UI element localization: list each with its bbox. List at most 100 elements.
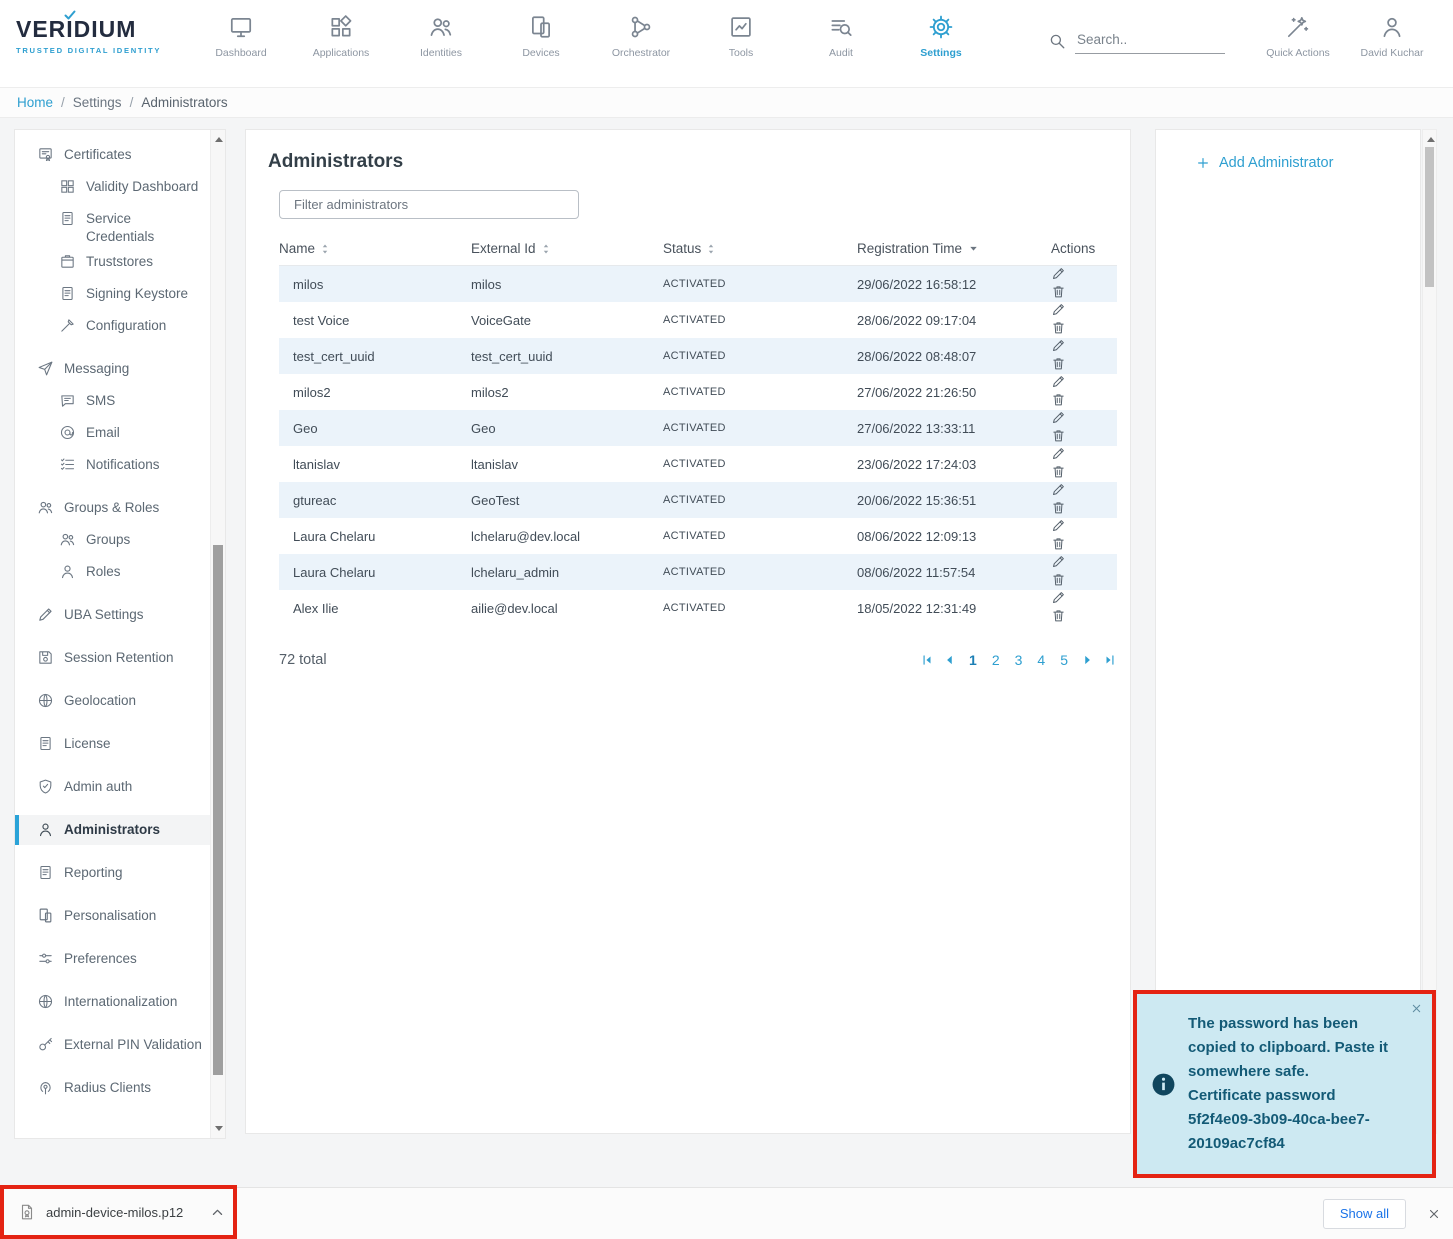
content-area: Certificates Validity Dashboard Service … [0,118,1453,1187]
sidebar-item-label: SMS [86,392,115,410]
sidebar-scrollbar-thumb[interactable] [213,545,223,1075]
nav-item-applications[interactable]: Applications [291,9,391,59]
sidebar-item-email[interactable]: Email [15,418,210,448]
table-row: Laura Chelaru lchelaru_admin ACTIVATED 0… [279,554,1117,590]
sidebar-item-certificates[interactable]: Certificates [15,140,210,170]
sidebar-item-uba-settings[interactable]: UBA Settings [15,600,210,630]
sidebar-item-messaging[interactable]: Messaging [15,354,210,384]
sidebar-item-service-credentials[interactable]: Service Credentials [15,204,210,245]
cell-status: ACTIVATED [663,374,857,410]
previous-page-icon[interactable] [943,653,957,667]
page-number-3[interactable]: 3 [1012,651,1026,669]
right-scrollbar[interactable] [1422,129,1437,1134]
delete-icon[interactable] [1051,500,1066,515]
delete-icon[interactable] [1051,356,1066,371]
download-bar-close-icon[interactable] [1428,1208,1440,1220]
sidebar-item-label: Certificates [64,146,132,164]
nav-item-identities[interactable]: Identities [391,9,491,59]
uba-settings-icon [37,606,54,623]
sidebar-item-administrators[interactable]: Administrators [15,815,210,845]
sidebar-item-notifications[interactable]: Notifications [15,450,210,480]
edit-icon[interactable] [1051,482,1066,497]
quick-actions-button[interactable]: Quick Actions [1251,9,1345,59]
sidebar-item-validity-dashboard[interactable]: Validity Dashboard [15,172,210,202]
toast-close-icon[interactable] [1411,1003,1422,1014]
user-menu[interactable]: David Kuchar [1345,9,1439,59]
scroll-down-arrow-icon[interactable] [211,1121,226,1136]
sidebar-item-preferences[interactable]: Preferences [15,944,210,974]
edit-icon[interactable] [1051,554,1066,569]
sidebar-item-session-retention[interactable]: Session Retention [15,643,210,673]
column-header-status[interactable]: Status [663,229,857,266]
show-all-button[interactable]: Show all [1323,1199,1406,1229]
page-number-4[interactable]: 4 [1034,651,1048,669]
veridium-logo[interactable]: VERIDIUM TRUSTED DIGITAL IDENTITY [16,16,161,55]
sidebar-item-license[interactable]: License [15,729,210,759]
nav-item-settings[interactable]: Settings [891,9,991,59]
filter-administrators-input[interactable] [279,190,579,219]
nav-item-tools[interactable]: Tools [691,9,791,59]
sidebar-item-groups[interactable]: Groups [15,525,210,555]
delete-icon[interactable] [1051,284,1066,299]
delete-icon[interactable] [1051,608,1066,623]
delete-icon[interactable] [1051,392,1066,407]
nav-item-devices[interactable]: Devices [491,9,591,59]
first-page-icon[interactable] [920,653,934,667]
sidebar-item-roles[interactable]: Roles [15,557,210,587]
downloaded-file-item[interactable]: admin-device-milos.p12 [4,1189,233,1235]
sidebar-item-admin-auth[interactable]: Admin auth [15,772,210,802]
edit-icon[interactable] [1051,302,1066,317]
sidebar-item-signing-keystore[interactable]: Signing Keystore [15,279,210,309]
quick-actions-label: Quick Actions [1266,47,1330,59]
table-row: Laura Chelaru lchelaru@dev.local ACTIVAT… [279,518,1117,554]
edit-icon[interactable] [1051,266,1066,281]
delete-icon[interactable] [1051,428,1066,443]
nav-item-dashboard[interactable]: Dashboard [191,9,291,59]
search-input[interactable] [1075,28,1225,54]
column-header-registration-time[interactable]: Registration Time [857,229,1051,266]
sidebar-item-personalisation[interactable]: Personalisation [15,901,210,931]
breadcrumb-home-link[interactable]: Home [17,95,53,110]
delete-icon[interactable] [1051,572,1066,587]
right-scrollbar-thumb[interactable] [1425,147,1434,287]
column-header-name[interactable]: Name [279,229,471,266]
sidebar-item-internationalization[interactable]: Internationalization [15,987,210,1017]
sidebar-item-groups-roles[interactable]: Groups & Roles [15,493,210,523]
edit-icon[interactable] [1051,338,1066,353]
page-number-5[interactable]: 5 [1057,651,1071,669]
scroll-up-arrow-icon[interactable] [211,132,226,147]
external-pin-validation-icon [37,1036,54,1053]
next-page-icon[interactable] [1080,653,1094,667]
sidebar-item-sms[interactable]: SMS [15,386,210,416]
scroll-up-arrow-icon[interactable] [1423,132,1438,147]
edit-icon[interactable] [1051,410,1066,425]
configuration-icon [59,317,76,334]
add-administrator-button[interactable]: Add Administrator [1196,155,1420,171]
edit-icon[interactable] [1051,374,1066,389]
sidebar-item-truststores[interactable]: Truststores [15,247,210,277]
edit-icon[interactable] [1051,518,1066,533]
page-number-2[interactable]: 2 [989,651,1003,669]
sidebar-item-radius-clients[interactable]: Radius Clients [15,1073,210,1103]
nav-item-orchestrator[interactable]: Orchestrator [591,9,691,59]
delete-icon[interactable] [1051,536,1066,551]
sidebar-item-external-pin-validation[interactable]: External PIN Validation [15,1030,210,1060]
chevron-up-icon[interactable] [210,1205,225,1220]
sidebar-item-reporting[interactable]: Reporting [15,858,210,888]
table-footer: 72 total 1 2 3 4 5 [279,651,1117,669]
table-row: test Voice VoiceGate ACTIVATED 28/06/202… [279,302,1117,338]
search-icon[interactable] [1048,32,1066,50]
last-page-icon[interactable] [1103,653,1117,667]
edit-icon[interactable] [1051,590,1066,605]
delete-icon[interactable] [1051,320,1066,335]
sidebar-item-geolocation[interactable]: Geolocation [15,686,210,716]
breadcrumb-settings-link[interactable]: Settings [73,95,122,110]
edit-icon[interactable] [1051,446,1066,461]
table-row: milos2 milos2 ACTIVATED 27/06/2022 21:26… [279,374,1117,410]
nav-item-audit[interactable]: Audit [791,9,891,59]
column-header-external-id[interactable]: External Id [471,229,663,266]
delete-icon[interactable] [1051,464,1066,479]
sidebar-item-configuration[interactable]: Configuration [15,311,210,341]
sidebar-scrollbar[interactable] [210,130,225,1138]
page-number-1[interactable]: 1 [966,651,980,669]
